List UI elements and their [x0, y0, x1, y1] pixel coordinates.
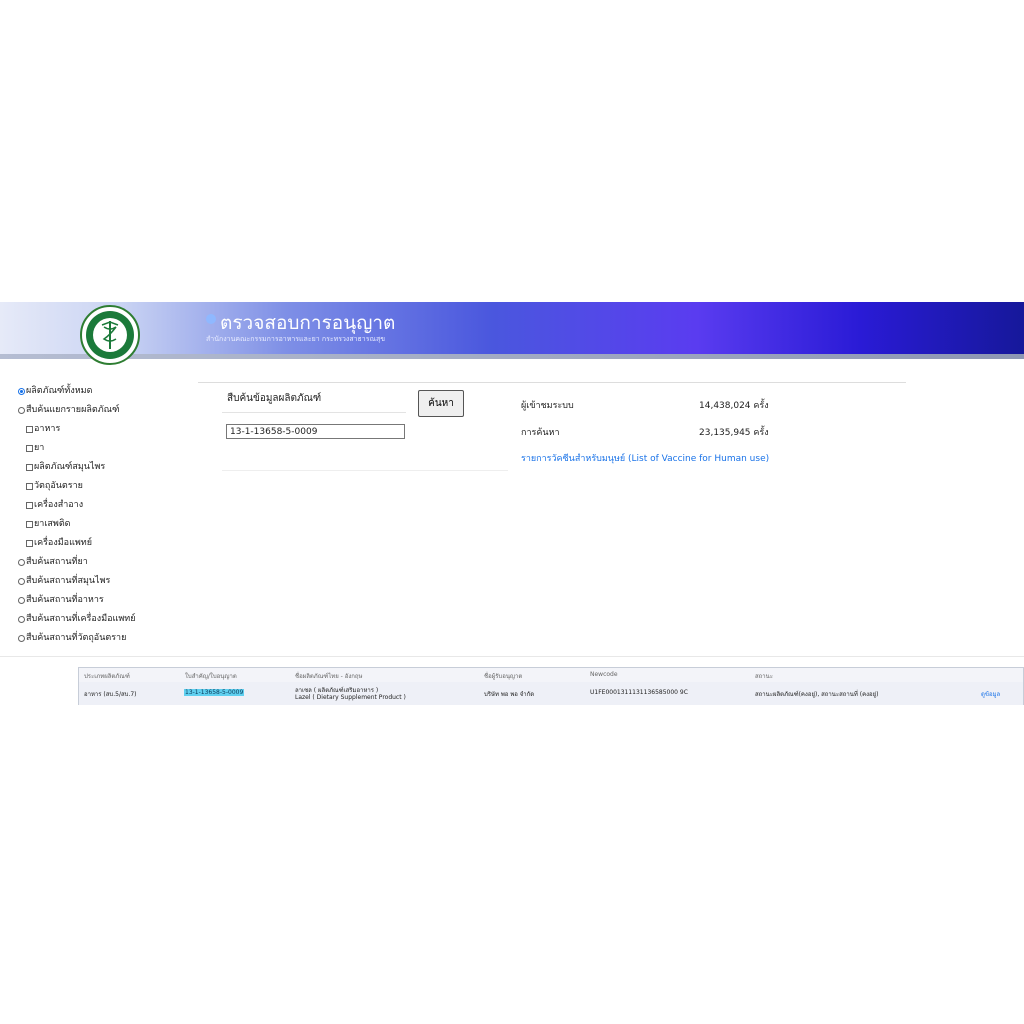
- checkbox-icon[interactable]: [26, 521, 33, 528]
- ministry-of-public-health-seal-icon: [80, 305, 140, 365]
- sidebar-item-cosmetics[interactable]: เครื่องสำอาง: [18, 496, 198, 515]
- divider: [222, 470, 508, 471]
- sidebar-item-food-premises[interactable]: สืบค้นสถานที่อาหาร: [18, 591, 198, 610]
- sidebar-item-drug[interactable]: ยา: [18, 439, 198, 458]
- title-bullet-icon: [206, 314, 216, 324]
- sidebar-item-herbal[interactable]: ผลิตภัณฑ์สมุนไพร: [18, 458, 198, 477]
- checkbox-icon[interactable]: [26, 426, 33, 433]
- column-header-newcode: Newcode: [590, 671, 618, 678]
- cell-name-en: Lazel ( Dietary Supplement Product ): [295, 694, 406, 701]
- radio-icon[interactable]: [18, 635, 25, 642]
- column-header-license: ใบสำคัญ/ใบอนุญาต: [185, 673, 237, 680]
- sidebar-item-food[interactable]: อาหาร: [18, 420, 198, 439]
- vaccine-list-link[interactable]: รายการวัคซีนสำหรับมนุษย์ (List of Vaccin…: [521, 451, 769, 465]
- cell-licensee: บริษัท พอ พอ จำกัด: [484, 691, 535, 698]
- checkbox-icon[interactable]: [26, 483, 33, 490]
- divider: [222, 412, 406, 413]
- table-header: ประเภทผลิตภัณฑ์ ใบสำคัญ/ใบอนุญาต ชื่อผลิ…: [79, 668, 1023, 683]
- sidebar-item-hazardous[interactable]: วัตถุอันตราย: [18, 477, 198, 496]
- cell-type: อาหาร (สบ.5/สบ.7): [84, 691, 137, 698]
- divider: [198, 382, 906, 383]
- search-title: สืบค้นข้อมูลผลิตภัณฑ์: [227, 393, 322, 404]
- radio-icon[interactable]: [18, 597, 25, 604]
- column-header-type: ประเภทผลิตภัณฑ์: [84, 673, 130, 680]
- column-header-licensee: ชื่อผู้รับอนุญาต: [484, 673, 523, 680]
- checkbox-icon[interactable]: [26, 502, 33, 509]
- header-underline: [0, 354, 1024, 359]
- radio-icon[interactable]: [18, 407, 25, 414]
- radio-icon[interactable]: [18, 559, 25, 566]
- checkbox-icon[interactable]: [26, 464, 33, 471]
- search-input[interactable]: [226, 424, 405, 439]
- radio-checked-icon[interactable]: [18, 388, 25, 395]
- radio-icon[interactable]: [18, 578, 25, 585]
- sidebar-item-by-product[interactable]: สืบค้นแยกรายผลิตภัณฑ์: [18, 401, 198, 420]
- sidebar-item-all-products[interactable]: ผลิตภัณฑ์ทั้งหมด: [18, 382, 198, 401]
- table-row[interactable]: อาหาร (สบ.5/สบ.7) 13-1-13658-5-0009 ลาเซ…: [79, 682, 1023, 705]
- detail-link[interactable]: ดูข้อมูล: [981, 689, 1000, 699]
- searches-label: การค้นหา: [521, 428, 560, 438]
- searches-value: 23,135,945 ครั้ง: [699, 428, 769, 438]
- page-subtitle: สำนักงานคณะกรรมการอาหารและยา กระทรวงสาธา…: [206, 335, 386, 343]
- checkbox-icon[interactable]: [26, 540, 33, 547]
- cell-newcode: U1FE0001311131136585000 9C: [590, 689, 688, 696]
- cell-status: สถานะผลิตภัณฑ์(คงอยู่), สถานะสถานที่ (คง…: [755, 691, 879, 698]
- checkbox-icon[interactable]: [26, 445, 33, 452]
- visitors-label: ผู้เข้าชมระบบ: [521, 401, 574, 411]
- header-banner: [0, 302, 1024, 354]
- sidebar: ผลิตภัณฑ์ทั้งหมด สืบค้นแยกรายผลิตภัณฑ์ อ…: [18, 382, 198, 648]
- visitors-value: 14,438,024 ครั้ง: [699, 401, 769, 411]
- column-header-name: ชื่อผลิตภัณฑ์ไทย - อังกฤษ: [295, 673, 363, 680]
- sidebar-item-medical-devices[interactable]: เครื่องมือแพทย์: [18, 534, 198, 553]
- divider: [0, 656, 1024, 657]
- sidebar-item-hazardous-premises[interactable]: สืบค้นสถานที่วัตถุอันตราย: [18, 629, 198, 648]
- search-button[interactable]: ค้นหา: [418, 390, 464, 417]
- sidebar-item-herbal-premises[interactable]: สืบค้นสถานที่สมุนไพร: [18, 572, 198, 591]
- sidebar-item-drug-premises[interactable]: สืบค้นสถานที่ยา: [18, 553, 198, 572]
- results-table: ประเภทผลิตภัณฑ์ ใบสำคัญ/ใบอนุญาต ชื่อผลิ…: [78, 667, 1024, 705]
- radio-icon[interactable]: [18, 616, 25, 623]
- sidebar-item-narcotics[interactable]: ยาเสพติด: [18, 515, 198, 534]
- column-header-status: สถานะ: [755, 673, 773, 680]
- cell-license: 13-1-13658-5-0009: [184, 689, 245, 696]
- sidebar-item-device-premises[interactable]: สืบค้นสถานที่เครื่องมือแพทย์: [18, 610, 198, 629]
